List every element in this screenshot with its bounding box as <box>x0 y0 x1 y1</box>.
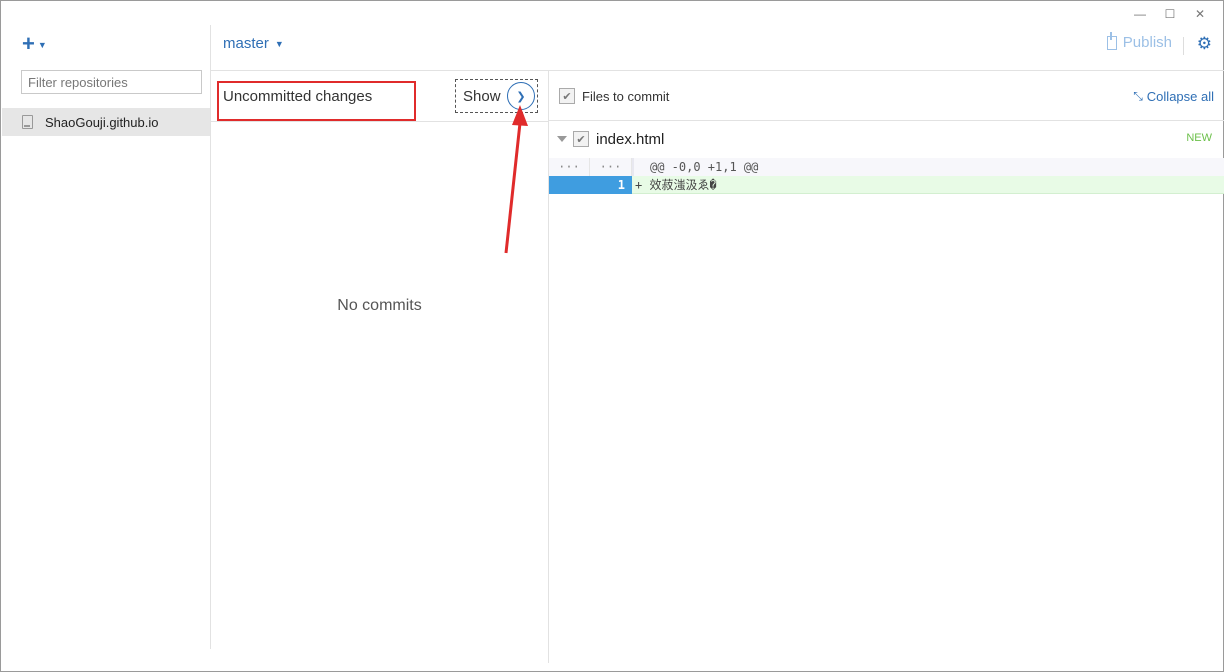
branch-selector[interactable]: master ▼ <box>223 35 284 52</box>
diff-view: ··· ··· @@ -0,0 +1,1 @@ 1 + 效菽滍汲ゑ� <box>549 158 1224 194</box>
new-line-gutter[interactable]: ··· <box>589 158 632 176</box>
changes-header: ✔ Files to commit ⤡ Collapse all <box>549 71 1224 121</box>
toolbar-separator <box>1183 37 1184 55</box>
no-commits-message: No commits <box>337 297 422 314</box>
app-window: — ☐ ✕ + ▼ ShaoGouji.github.io master ▼ P… <box>0 0 1224 672</box>
history-header: Uncommitted changes Show ❯ <box>211 71 548 122</box>
caret-down-icon: ▼ <box>37 40 47 50</box>
repo-book-icon <box>22 115 33 129</box>
uncommitted-changes-item[interactable]: Uncommitted changes <box>223 88 372 105</box>
publish-button[interactable]: Publish <box>1106 31 1172 51</box>
minimize-button[interactable]: — <box>1125 5 1155 23</box>
history-pane: Uncommitted changes Show ❯ No commits <box>211 71 548 669</box>
file-name: index.html <box>596 130 665 148</box>
caret-down-icon[interactable] <box>557 136 567 142</box>
maximize-button[interactable]: ☐ <box>1155 5 1185 23</box>
collapse-arrows-icon: ⤡ <box>1133 89 1143 103</box>
status-badge: NEW <box>1186 132 1212 144</box>
repository-name: ShaoGouji.github.io <box>45 114 159 130</box>
show-label: Show <box>463 87 501 105</box>
changes-pane: ✔ Files to commit ⤡ Collapse all ✔ index… <box>549 71 1224 669</box>
file-checkbox[interactable]: ✔ <box>573 131 589 147</box>
caret-down-icon: ▼ <box>274 38 284 49</box>
repository-item[interactable]: ShaoGouji.github.io <box>2 108 211 136</box>
publish-label: Publish <box>1122 34 1172 51</box>
collapse-all-label: Collapse all <box>1146 89 1214 104</box>
files-to-commit-toggle[interactable]: ✔ Files to commit <box>559 88 669 104</box>
diff-added-line[interactable]: 1 + 效菽滍汲ゑ� <box>549 176 1224 194</box>
file-row[interactable]: ✔ index.html NEW <box>549 121 1224 157</box>
gear-icon[interactable]: ⚙ <box>1197 34 1212 54</box>
plus-icon: + <box>22 31 35 56</box>
files-to-commit-label: Files to commit <box>582 88 670 104</box>
close-button[interactable]: ✕ <box>1185 5 1215 23</box>
old-line-number <box>549 176 589 194</box>
files-to-commit-checkbox[interactable]: ✔ <box>559 88 575 104</box>
filter-repositories-input[interactable] <box>21 70 202 94</box>
show-button[interactable]: Show ❯ <box>455 79 538 113</box>
sidebar: + ▼ ShaoGouji.github.io <box>2 2 211 670</box>
top-bar: master ▼ Publish ⚙ <box>211 25 1224 71</box>
window-controls: — ☐ ✕ <box>1125 5 1215 23</box>
diff-hunk-header: ··· ··· @@ -0,0 +1,1 @@ <box>549 158 1224 176</box>
branch-name: master <box>223 35 269 52</box>
old-line-gutter[interactable]: ··· <box>549 158 589 176</box>
collapse-all-button[interactable]: ⤡ Collapse all <box>1133 89 1214 104</box>
added-line-text: + 效菽滍汲ゑ� <box>632 176 1224 194</box>
chevron-down-icon[interactable]: ❯ <box>507 82 535 110</box>
add-repository-button[interactable]: + ▼ <box>22 31 47 56</box>
new-line-number: 1 <box>589 176 632 194</box>
publish-icon <box>1106 31 1117 50</box>
hunk-header-text: @@ -0,0 +1,1 @@ <box>632 158 1224 176</box>
